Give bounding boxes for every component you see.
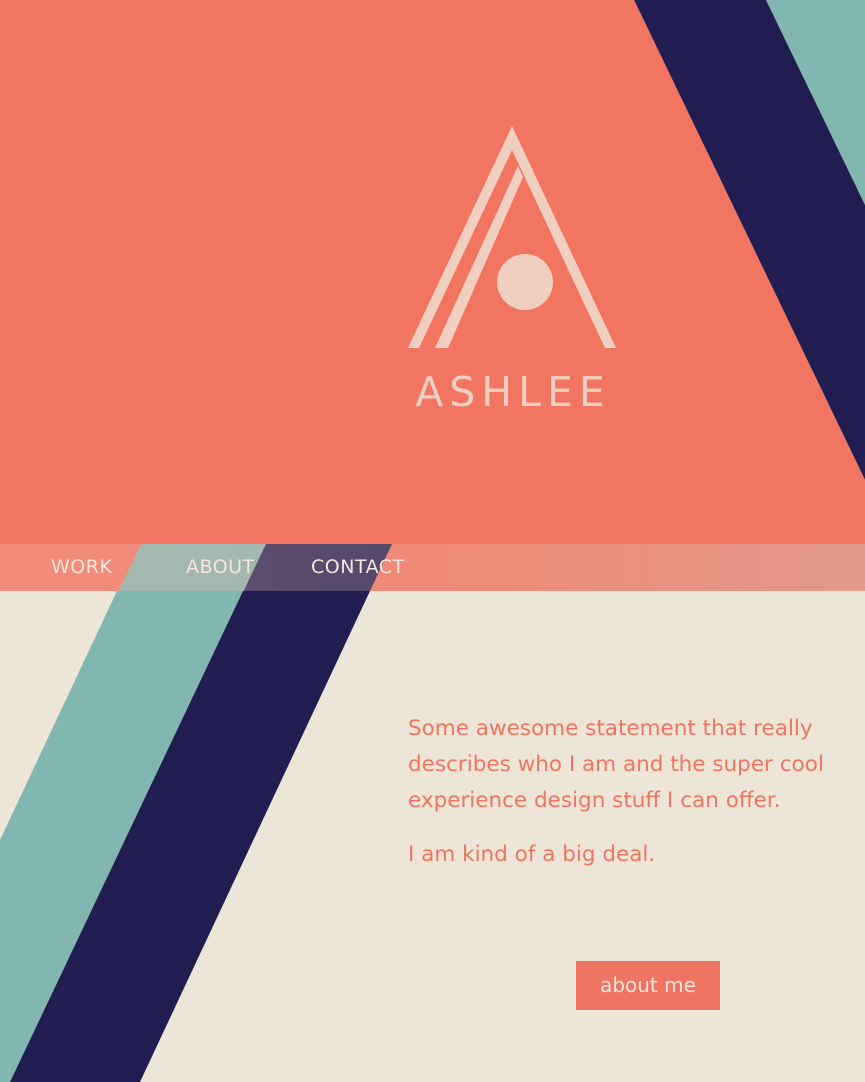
about-me-button[interactable]: about me [576,961,720,1010]
nav-item-about[interactable]: ABOUT [186,544,255,591]
statement-line: describes who I am and the super cool [408,752,824,777]
brand-name: ASHLEE [415,368,611,416]
brand-logo[interactable]: ASHLEE [397,122,629,422]
intro-statement: Some awesome statement that really descr… [408,711,865,819]
statement-line: Some awesome statement that really [408,716,813,741]
a-monogram-icon [408,126,616,348]
nav-item-contact[interactable]: CONTACT [311,544,405,591]
page: ASHLEE WORK ABOUT CONTACT Some awesome s… [0,0,865,1082]
main-nav: WORK ABOUT CONTACT [0,544,865,591]
statement-line: experience design stuff I can offer. [408,788,781,813]
nav-item-work[interactable]: WORK [51,544,112,591]
intro-tagline: I am kind of a big deal. [408,842,656,867]
